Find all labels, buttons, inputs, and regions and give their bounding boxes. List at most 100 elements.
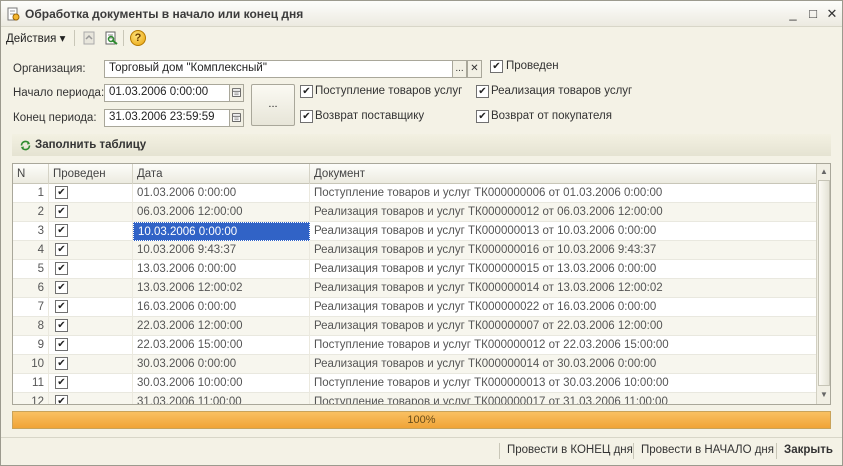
row-posted-checkbox[interactable]: ✔	[55, 224, 68, 237]
row-number: 11	[13, 374, 49, 393]
actions-menu[interactable]: Действия ▾	[6, 31, 65, 45]
document-cell[interactable]: Реализация товаров и услуг ТК000000014 о…	[310, 355, 816, 374]
end-period-field[interactable]: 31.03.2006 23:59:59	[104, 109, 230, 127]
toolbar-separator	[123, 30, 124, 46]
row-posted-checkbox[interactable]: ✔	[55, 186, 68, 199]
return-supplier-checkbox[interactable]: ✔	[300, 110, 313, 123]
table-row[interactable]: 1 ✔ 01.03.2006 0:00:00 Поступление товаров …	[13, 184, 816, 203]
posted-filter-checkbox[interactable]: ✔	[490, 60, 503, 73]
posted-cell: ✔	[49, 393, 133, 404]
column-header-date[interactable]: Дата	[133, 164, 310, 184]
date-cell[interactable]: 01.03.2006 0:00:00	[133, 184, 310, 203]
row-posted-checkbox[interactable]: ✔	[55, 243, 68, 256]
return-buyer-checkbox[interactable]: ✔	[476, 110, 489, 123]
posted-cell: ✔	[49, 203, 133, 222]
end-calendar-icon[interactable]	[229, 109, 244, 127]
table-row[interactable]: 11 ✔ 30.03.2006 10:00:00 Поступление товаро…	[13, 374, 816, 393]
column-header-n[interactable]: N	[13, 164, 49, 184]
table-header: N Проведен Дата Документ	[13, 164, 816, 184]
document-cell[interactable]: Реализация товаров и услуг ТК000000007 о…	[310, 317, 816, 336]
row-posted-checkbox[interactable]: ✔	[55, 338, 68, 351]
org-select-button[interactable]: ...	[452, 60, 467, 78]
date-cell[interactable]: 30.03.2006 10:00:00	[133, 374, 310, 393]
minimize-button[interactable]: _	[785, 6, 801, 22]
posted-cell: ✔	[49, 241, 133, 260]
row-posted-checkbox[interactable]: ✔	[55, 300, 68, 313]
post-start-of-day-button[interactable]: Провести в НАЧАЛО дня	[641, 444, 774, 456]
column-header-document[interactable]: Документ	[310, 164, 816, 184]
date-cell[interactable]: 13.03.2006 0:00:00	[133, 260, 310, 279]
date-cell[interactable]: 10.03.2006 9:43:37	[133, 241, 310, 260]
table-row[interactable]: 2 ✔ 06.03.2006 12:00:00 Реализация товаров …	[13, 203, 816, 222]
date-cell[interactable]: 13.03.2006 12:00:02	[133, 279, 310, 298]
table-row[interactable]: 7 ✔ 16.03.2006 0:00:00 Реализация товаров и…	[13, 298, 816, 317]
document-cell[interactable]: Реализация товаров и услуг ТК000000015 о…	[310, 260, 816, 279]
period-select-button[interactable]: ...	[251, 84, 295, 126]
scroll-thumb[interactable]	[818, 180, 830, 386]
receipt-checkbox[interactable]: ✔	[300, 85, 313, 98]
return-buyer-label: Возврат от покупателя	[491, 110, 612, 122]
row-number: 10	[13, 355, 49, 374]
date-cell[interactable]: 10.03.2006 0:00:00	[133, 222, 310, 241]
sale-label: Реализация товаров услуг	[491, 85, 633, 97]
post-end-of-day-button[interactable]: Провести в КОНЕЦ дня	[507, 444, 633, 456]
documents-table: N Проведен Дата Документ 1 ✔ 01.03.2006 0:…	[12, 163, 831, 405]
row-posted-checkbox[interactable]: ✔	[55, 262, 68, 275]
row-posted-checkbox[interactable]: ✔	[55, 319, 68, 332]
table-row[interactable]: 3 ✔ 10.03.2006 0:00:00 Реализация товаров и…	[13, 222, 816, 241]
document-cell[interactable]: Поступление товаров и услуг ТК000000017 …	[310, 393, 816, 404]
document-cell[interactable]: Поступление товаров и услуг ТК000000006 …	[310, 184, 816, 203]
row-posted-checkbox[interactable]: ✔	[55, 357, 68, 370]
table-row[interactable]: 9 ✔ 22.03.2006 15:00:00 Поступление товаров…	[13, 336, 816, 355]
org-clear-button[interactable]: ✕	[467, 60, 482, 78]
date-cell[interactable]: 31.03.2006 11:00:00	[133, 393, 310, 404]
posted-filter-label: Проведен	[506, 60, 559, 72]
processing-form-icon	[7, 7, 20, 21]
date-cell[interactable]: 22.03.2006 15:00:00	[133, 336, 310, 355]
table-row[interactable]: 8 ✔ 22.03.2006 12:00:00 Реализация товаров …	[13, 317, 816, 336]
document-cell[interactable]: Реализация товаров и услуг ТК000000012 о…	[310, 203, 816, 222]
document-cell[interactable]: Реализация товаров и услуг ТК000000016 о…	[310, 241, 816, 260]
move-up-icon[interactable]	[81, 30, 97, 46]
row-posted-checkbox[interactable]: ✔	[55, 205, 68, 218]
date-cell[interactable]: 22.03.2006 12:00:00	[133, 317, 310, 336]
org-field[interactable]: Торговый дом "Комплексный"	[104, 60, 453, 78]
sale-checkbox[interactable]: ✔	[476, 85, 489, 98]
footer-separator	[776, 443, 777, 459]
row-posted-checkbox[interactable]: ✔	[55, 376, 68, 389]
footer-separator	[499, 443, 500, 459]
document-cell[interactable]: Реализация товаров и услуг ТК000000013 о…	[310, 222, 816, 241]
toolbar: Действия ▾ ?	[1, 27, 842, 49]
help-icon[interactable]: ?	[130, 30, 146, 46]
row-posted-checkbox[interactable]: ✔	[55, 281, 68, 294]
posted-cell: ✔	[49, 317, 133, 336]
close-button[interactable]: Закрыть	[784, 444, 833, 456]
column-header-posted[interactable]: Проведен	[49, 164, 133, 184]
table-scrollbar[interactable]: ▲ ▼	[816, 164, 830, 404]
fill-table-button[interactable]: Заполнить таблицу	[12, 134, 831, 156]
start-period-field[interactable]: 01.03.2006 0:00:00	[104, 84, 230, 102]
document-cell[interactable]: Реализация товаров и услуг ТК000000022 о…	[310, 298, 816, 317]
footer-separator	[633, 443, 634, 459]
table-row[interactable]: 6 ✔ 13.03.2006 12:00:02 Реализация товаров …	[13, 279, 816, 298]
table-row[interactable]: 10 ✔ 30.03.2006 0:00:00 Реализация товаров …	[13, 355, 816, 374]
scroll-down-icon[interactable]: ▼	[817, 388, 830, 402]
date-cell[interactable]: 30.03.2006 0:00:00	[133, 355, 310, 374]
start-calendar-icon[interactable]	[229, 84, 244, 102]
posted-cell: ✔	[49, 374, 133, 393]
row-posted-checkbox[interactable]: ✔	[55, 395, 68, 404]
posted-cell: ✔	[49, 298, 133, 317]
date-cell[interactable]: 16.03.2006 0:00:00	[133, 298, 310, 317]
document-cell[interactable]: Поступление товаров и услуг ТК000000012 …	[310, 336, 816, 355]
scroll-up-icon[interactable]: ▲	[817, 165, 830, 179]
report-icon[interactable]	[103, 30, 119, 46]
table-row[interactable]: 12 ✔ 31.03.2006 11:00:00 Поступление товаро…	[13, 393, 816, 404]
table-row[interactable]: 4 ✔ 10.03.2006 9:43:37 Реализация товаров и…	[13, 241, 816, 260]
date-cell[interactable]: 06.03.2006 12:00:00	[133, 203, 310, 222]
document-cell[interactable]: Реализация товаров и услуг ТК000000014 о…	[310, 279, 816, 298]
refresh-icon	[20, 140, 31, 151]
close-window-button[interactable]: ✕	[824, 6, 840, 22]
table-row[interactable]: 5 ✔ 13.03.2006 0:00:00 Реализация товаров и…	[13, 260, 816, 279]
document-cell[interactable]: Поступление товаров и услуг ТК000000013 …	[310, 374, 816, 393]
maximize-button[interactable]: □	[805, 6, 821, 22]
